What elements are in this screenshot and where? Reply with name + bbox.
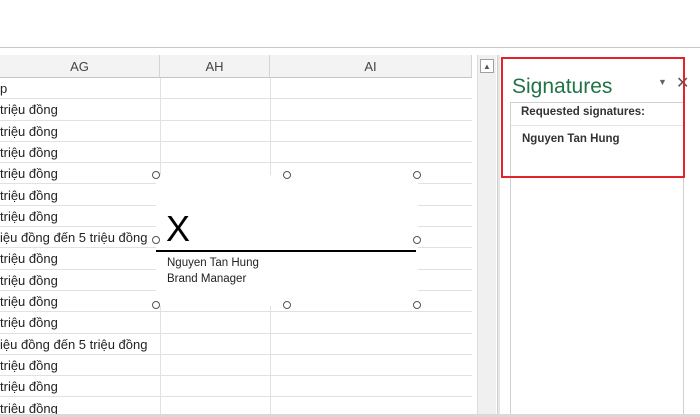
resize-handle[interactable] — [283, 171, 291, 179]
signature-line-object[interactable]: X Nguyen Tan Hung Brand Manager — [152, 171, 421, 309]
table-row[interactable]: triệu đồng — [0, 376, 472, 398]
table-row[interactable]: p — [0, 78, 472, 100]
table-row[interactable]: triệu đồng — [0, 312, 472, 334]
cell-value: triệu đồng — [0, 357, 58, 373]
cell-value: triệu đồng — [0, 208, 58, 224]
table-row[interactable]: iệu đồng đến 5 triệu đồng — [0, 334, 472, 355]
signatures-pane: Signatures ▼ ✕ Requested signatures: Ngu… — [500, 55, 700, 417]
cell-value: triệu đồng — [0, 272, 58, 288]
cell-value: triệu đồng — [0, 251, 58, 267]
cell-value: p — [0, 81, 8, 96]
cell-value: triệu đồng — [0, 294, 58, 309]
excel-window: AG AH AI p triệu đồng triệu đồng triệu đồng… — [0, 0, 700, 417]
resize-handle[interactable] — [152, 301, 160, 309]
table-row[interactable]: triệu đồng — [0, 99, 472, 121]
cell-value: triệu đồng — [0, 379, 58, 395]
cell-value: triệu đồng — [0, 144, 58, 160]
table-row[interactable]: triệu đồng — [0, 142, 472, 164]
cell-value: triệu đồng — [0, 102, 58, 118]
signer-title: Brand Manager — [167, 273, 247, 285]
resize-handle[interactable] — [283, 301, 291, 309]
column-header-ag[interactable]: AG — [0, 55, 160, 78]
highlight-box — [501, 57, 685, 178]
signer-name: Nguyen Tan Hung — [167, 257, 259, 269]
resize-handle[interactable] — [152, 236, 160, 244]
column-header-ah[interactable]: AH — [160, 55, 270, 78]
table-row[interactable]: triệu đồng — [0, 121, 472, 142]
signature-rule — [156, 250, 416, 252]
cell-value: iệu đồng đến 5 triệu đồng — [0, 336, 148, 352]
signature-x-mark: X — [166, 208, 191, 249]
triangle-up-icon[interactable]: ▲ — [480, 59, 494, 73]
cell-value: iệu đồng đến 5 triệu đồng — [0, 230, 148, 246]
resize-handle[interactable] — [413, 236, 421, 244]
cell-value: triệu đồng — [0, 315, 58, 331]
resize-handle[interactable] — [413, 301, 421, 309]
cell-value: triệu đồng — [0, 123, 58, 139]
cell-value: triệu đồng — [0, 166, 58, 182]
resize-handle[interactable] — [152, 171, 160, 179]
table-row[interactable]: triệu đồng — [0, 355, 472, 377]
ribbon-area — [0, 0, 700, 48]
column-header-ai[interactable]: AI — [270, 55, 472, 78]
cell-value: triệu đồng — [0, 187, 58, 203]
vertical-scrollbar[interactable]: ▲ — [477, 55, 496, 417]
resize-handle[interactable] — [413, 171, 421, 179]
